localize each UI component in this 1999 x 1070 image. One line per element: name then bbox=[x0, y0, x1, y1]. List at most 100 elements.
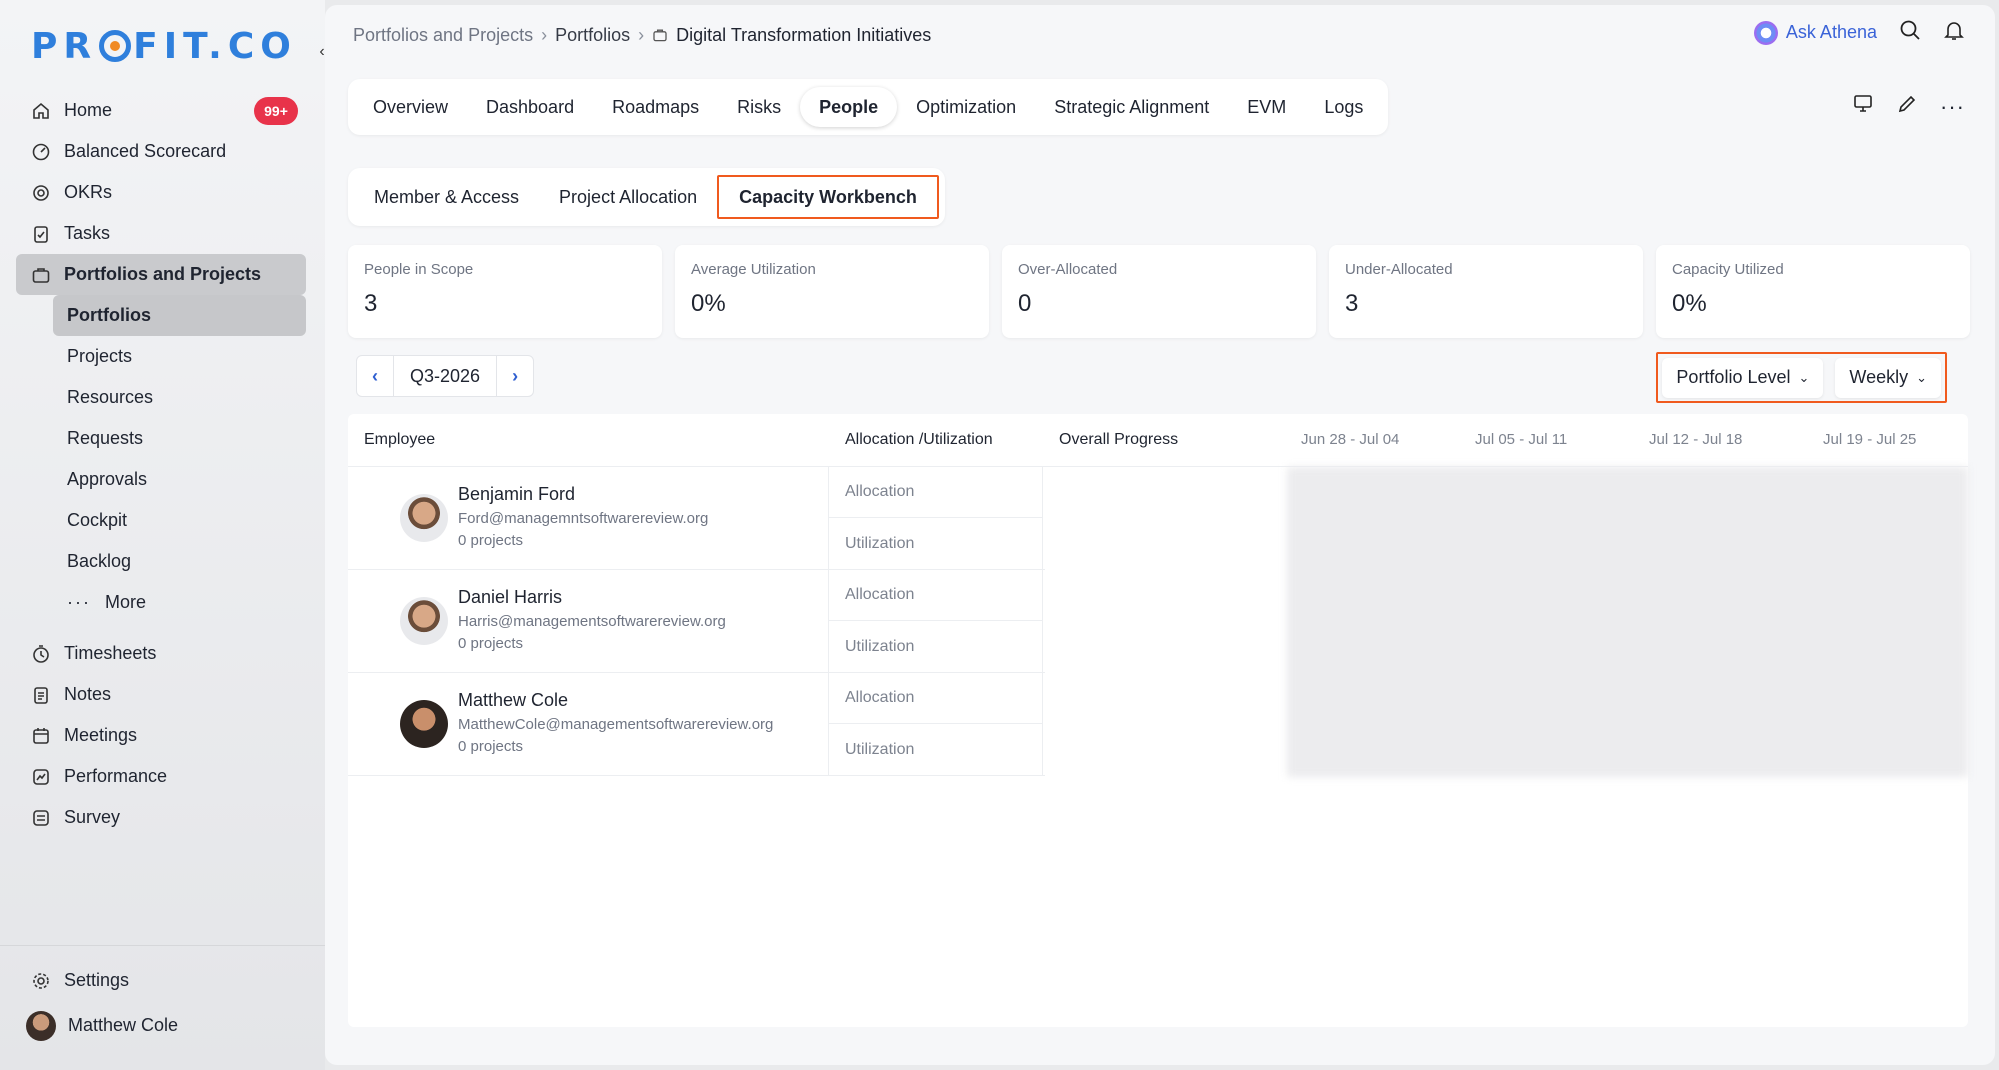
employee-name: Daniel Harris bbox=[458, 587, 563, 607]
sidebar-item-label: Timesheets bbox=[64, 643, 157, 663]
breadcrumb: Portfolios and Projects › Portfolios › D… bbox=[353, 21, 931, 49]
sidebar-item-home[interactable]: Home 99+ bbox=[16, 90, 306, 131]
sidebar-item-label: Portfolios and Projects bbox=[64, 264, 262, 284]
sidebar-sub-item-cockpit[interactable]: Cockpit bbox=[53, 500, 306, 541]
logo-target-icon bbox=[99, 30, 132, 62]
tab-strategic-alignment[interactable]: Strategic Alignment bbox=[1035, 87, 1228, 127]
sidebar-sub-item-backlog[interactable]: Backlog bbox=[53, 541, 306, 582]
sidebar: PR FIT.CO ‹ Home 99+ Balanced Scorecard … bbox=[0, 0, 325, 1070]
tab-logs[interactable]: Logs bbox=[1305, 87, 1382, 127]
tab-people[interactable]: People bbox=[800, 87, 898, 127]
sidebar-sub-item-projects[interactable]: Projects bbox=[53, 336, 306, 377]
table-row[interactable]: Benjamin Ford Ford@managemntsoftwarerevi… bbox=[348, 467, 1045, 570]
sidebar-item-timesheets[interactable]: Timesheets bbox=[16, 633, 306, 674]
sidebar-sub-item-more[interactable]: ··· More bbox=[53, 582, 306, 623]
athena-orb-icon bbox=[1753, 20, 1778, 45]
kpi-capacity-utilized: Capacity Utilized 0% bbox=[1656, 245, 1970, 338]
tab-dashboard[interactable]: Dashboard bbox=[467, 87, 593, 127]
sidebar-item-tasks[interactable]: Tasks bbox=[16, 213, 306, 254]
tab-risks[interactable]: Risks bbox=[718, 87, 800, 127]
kpi-label: People in Scope bbox=[364, 261, 474, 278]
table-row[interactable]: Daniel Harris Harris@managementsoftwarer… bbox=[348, 570, 1045, 673]
level-dropdown-value: Portfolio Level bbox=[1676, 367, 1791, 387]
presentation-icon[interactable] bbox=[1852, 93, 1874, 120]
level-dropdown[interactable]: Portfolio Level ⌄ bbox=[1662, 357, 1824, 398]
tab-roadmaps[interactable]: Roadmaps bbox=[593, 87, 718, 127]
tab-optimization[interactable]: Optimization bbox=[897, 87, 1035, 127]
sidebar-item-label: Survey bbox=[64, 807, 121, 827]
user-profile[interactable]: Matthew Cole bbox=[16, 1005, 306, 1046]
breadcrumb-current: Digital Transformation Initiatives bbox=[676, 24, 932, 45]
employee-cell: Daniel Harris Harris@managementsoftwarer… bbox=[348, 570, 828, 673]
sidebar-sub-item-portfolios[interactable]: Portfolios bbox=[53, 295, 306, 336]
employee-avatar bbox=[400, 700, 448, 748]
employee-avatar bbox=[400, 494, 448, 542]
kpi-people-in-scope: People in Scope 3 bbox=[348, 245, 662, 338]
employee-project-count: 0 projects bbox=[458, 635, 524, 652]
breadcrumb-portfolios[interactable]: Portfolios bbox=[555, 25, 630, 46]
next-period-chevron-icon[interactable]: › bbox=[497, 356, 533, 396]
profit-logo[interactable]: PR FIT.CO bbox=[31, 22, 297, 70]
header-week: Jul 05 - Jul 11 bbox=[1475, 431, 1568, 448]
previous-period-chevron-icon[interactable]: ‹ bbox=[357, 356, 393, 396]
tab-actions: ··· bbox=[1852, 93, 1965, 120]
sidebar-item-label: Home bbox=[64, 100, 113, 120]
sidebar-item-label: OKRs bbox=[64, 182, 113, 202]
sidebar-sub-item-approvals[interactable]: Approvals bbox=[53, 459, 306, 500]
bell-icon[interactable] bbox=[1943, 19, 1965, 46]
employee-name: Matthew Cole bbox=[458, 690, 569, 710]
logo-text-left: PR bbox=[31, 25, 98, 67]
header-actions: Ask Athena bbox=[1753, 19, 1965, 46]
employee-cell: Matthew Cole MatthewCole@managementsoftw… bbox=[348, 673, 828, 776]
kpi-under-allocated: Under-Allocated 3 bbox=[1329, 245, 1643, 338]
portfolio-subnav: Portfolios Projects Resources Requests A… bbox=[16, 295, 306, 623]
kpi-value: 3 bbox=[1345, 290, 1359, 317]
briefcase-icon bbox=[30, 264, 52, 286]
period-label: Q3-2026 bbox=[393, 356, 498, 396]
sidebar-item-settings[interactable]: Settings bbox=[16, 960, 306, 1001]
utilization-label: Utilization bbox=[845, 740, 915, 758]
more-options-icon[interactable]: ··· bbox=[1940, 94, 1965, 120]
subtab-project-allocation[interactable]: Project Allocation bbox=[539, 175, 717, 219]
header-week: Jun 28 - Jul 04 bbox=[1301, 431, 1400, 448]
table-row[interactable]: Matthew Cole MatthewCole@managementsoftw… bbox=[348, 673, 1045, 776]
breadcrumb-portfolios-and-projects[interactable]: Portfolios and Projects bbox=[353, 25, 533, 46]
sidebar-item-label: Meetings bbox=[64, 725, 138, 745]
search-icon[interactable] bbox=[1899, 19, 1921, 46]
gauge-icon bbox=[30, 141, 52, 163]
employee-cell: Benjamin Ford Ford@managemntsoftwarerevi… bbox=[348, 467, 828, 570]
sidebar-sub-item-resources[interactable]: Resources bbox=[53, 377, 306, 418]
ask-athena-button[interactable]: Ask Athena bbox=[1753, 20, 1877, 45]
clipboard-check-icon bbox=[30, 223, 52, 245]
subtab-member-access[interactable]: Member & Access bbox=[354, 175, 539, 219]
sidebar-item-label: Balanced Scorecard bbox=[64, 141, 227, 161]
tab-overview[interactable]: Overview bbox=[354, 87, 467, 127]
chart-line-icon bbox=[30, 766, 52, 788]
sidebar-item-meetings[interactable]: Meetings bbox=[16, 715, 306, 756]
utilization-label: Utilization bbox=[845, 637, 915, 655]
kpi-label: Capacity Utilized bbox=[1672, 261, 1784, 278]
granularity-dropdown-value: Weekly bbox=[1849, 367, 1909, 387]
ask-athena-label: Ask Athena bbox=[1785, 22, 1877, 42]
capacity-grid: Employee Allocation /Utilization Overall… bbox=[348, 414, 1968, 1027]
kpi-label: Average Utilization bbox=[691, 261, 816, 278]
kpi-label: Over-Allocated bbox=[1018, 261, 1118, 278]
chevron-down-icon: ⌄ bbox=[1798, 369, 1810, 385]
kpi-value: 0 bbox=[1018, 290, 1032, 317]
sidebar-item-portfolios-and-projects[interactable]: Portfolios and Projects bbox=[16, 254, 306, 295]
subtab-capacity-workbench[interactable]: Capacity Workbench bbox=[717, 175, 939, 219]
granularity-dropdown[interactable]: Weekly ⌄ bbox=[1835, 357, 1941, 398]
sidebar-item-survey[interactable]: Survey bbox=[16, 797, 306, 838]
sidebar-item-notes[interactable]: Notes bbox=[16, 674, 306, 715]
employee-avatar bbox=[400, 597, 448, 645]
target-icon bbox=[30, 182, 52, 204]
header-employee: Employee bbox=[364, 431, 436, 448]
sidebar-sub-item-requests[interactable]: Requests bbox=[53, 418, 306, 459]
sidebar-item-okrs[interactable]: OKRs bbox=[16, 172, 306, 213]
user-name: Matthew Cole bbox=[68, 1015, 179, 1035]
sidebar-item-balanced-scorecard[interactable]: Balanced Scorecard bbox=[16, 131, 306, 172]
edit-pencil-icon[interactable] bbox=[1896, 93, 1918, 120]
sidebar-item-performance[interactable]: Performance bbox=[16, 756, 306, 797]
kpi-value: 0% bbox=[1672, 290, 1707, 317]
tab-evm[interactable]: EVM bbox=[1228, 87, 1305, 127]
